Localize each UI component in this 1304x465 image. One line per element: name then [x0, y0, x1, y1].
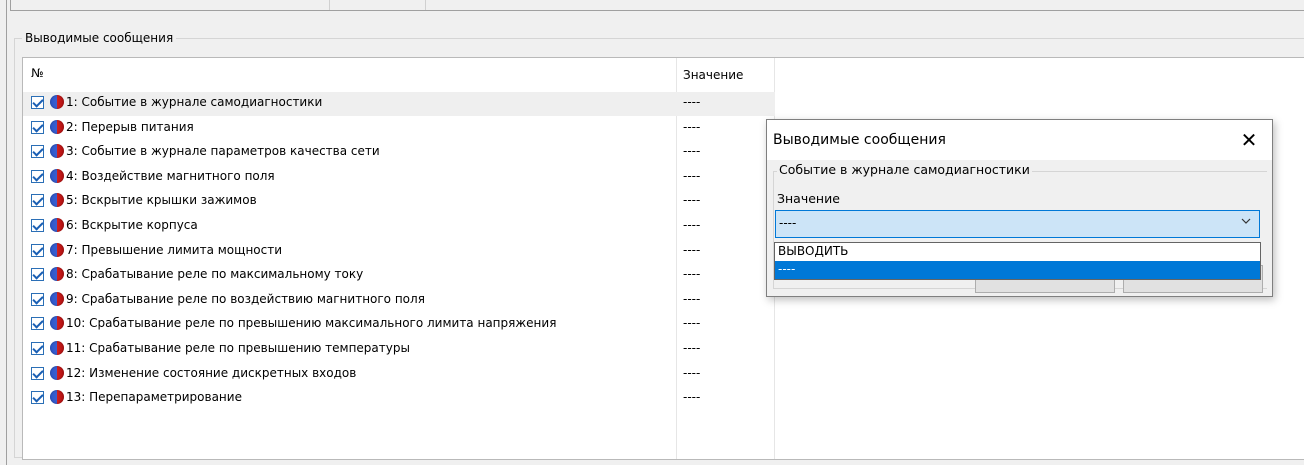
- list-item-label: 7: Превышение лимита мощности: [66, 242, 283, 257]
- list-item-value: ----: [683, 119, 701, 134]
- checkbox-checked-icon[interactable]: [31, 292, 44, 306]
- value-label: Значение: [777, 191, 840, 206]
- dropdown-option-none[interactable]: ----: [775, 261, 1260, 279]
- list-item-value: ----: [683, 267, 701, 282]
- value-combobox[interactable]: ----: [775, 210, 1260, 238]
- checkbox-checked-icon[interactable]: [31, 268, 44, 282]
- status-ball-icon: [50, 242, 64, 257]
- checkbox-checked-icon[interactable]: [31, 391, 44, 405]
- top-strip: [10, 0, 1304, 11]
- checkbox-checked-icon[interactable]: [31, 96, 44, 109]
- list-item[interactable]: 10: Срабатывание реле по превышению макс…: [23, 313, 775, 337]
- column-header-value[interactable]: Значение: [683, 68, 743, 82]
- list-item-value: ----: [683, 193, 701, 208]
- status-ball-icon: [50, 291, 64, 306]
- list-item-value: ----: [683, 168, 701, 183]
- list-item-value: ----: [683, 242, 701, 257]
- list-item-value: ----: [683, 341, 701, 355]
- checkbox-checked-icon[interactable]: [31, 169, 44, 183]
- list-item-label: 1: Событие в журнале самодиагностики: [66, 95, 323, 109]
- checkbox-checked-icon[interactable]: [31, 243, 44, 257]
- status-ball-icon: [50, 144, 64, 159]
- list-item[interactable]: 12: Изменение состояние дискретных входо…: [23, 363, 775, 387]
- status-ball-icon: [50, 341, 64, 355]
- combo-current-value: ----: [779, 216, 797, 230]
- dropdown-option-output[interactable]: ВЫВОДИТЬ: [775, 243, 1260, 261]
- list-item-value: ----: [683, 316, 701, 331]
- column-header-number[interactable]: №: [31, 66, 43, 80]
- status-ball-icon: [50, 95, 64, 109]
- status-ball-icon: [50, 316, 64, 331]
- groupbox-title: Выводимые сообщения: [22, 31, 177, 45]
- list-item-label: 6: Вскрытие корпуса: [66, 218, 198, 232]
- list-item[interactable]: 13: Перепараметрирование ----: [23, 387, 775, 411]
- dialog-titlebar: Выводимые сообщения ✕: [767, 120, 1272, 160]
- status-ball-icon: [50, 168, 64, 183]
- checkbox-checked-icon[interactable]: [31, 145, 44, 159]
- list-item-value: ----: [683, 291, 701, 306]
- list-item-label: 11: Срабатывание реле по превышению темп…: [66, 341, 410, 355]
- status-ball-icon: [50, 193, 64, 208]
- list-item[interactable]: 2: Перерыв питания ----: [23, 117, 775, 141]
- list-item[interactable]: 3: Событие в журнале параметров качества…: [23, 141, 775, 165]
- list-item-value: ----: [683, 390, 701, 405]
- value-dropdown-list[interactable]: ВЫВОДИТЬ ----: [774, 242, 1261, 280]
- list-item-label: 9: Срабатывание реле по воздействию магн…: [66, 291, 425, 306]
- list-item[interactable]: 1: Событие в журнале самодиагностики ----: [23, 92, 775, 116]
- list-item[interactable]: 8: Срабатывание реле по максимальному то…: [23, 264, 775, 288]
- list-item-label: 8: Срабатывание реле по максимальному то…: [66, 267, 364, 282]
- list-item[interactable]: 6: Вскрытие корпуса ----: [23, 215, 775, 239]
- list-item-label: 10: Срабатывание реле по превышению макс…: [66, 316, 557, 331]
- status-ball-icon: [50, 218, 64, 232]
- list-item-label: 2: Перерыв питания: [66, 119, 194, 134]
- checkbox-checked-icon[interactable]: [31, 120, 44, 134]
- dialog-title: Выводимые сообщения: [773, 132, 946, 148]
- status-ball-icon: [50, 390, 64, 405]
- list-item-label: 3: Событие в журнале параметров качества…: [66, 144, 380, 159]
- status-ball-icon: [50, 119, 64, 134]
- list-item-label: 13: Перепараметрирование: [66, 390, 242, 405]
- checkbox-checked-icon[interactable]: [31, 366, 44, 380]
- list-item[interactable]: 4: Воздействие магнитного поля ----: [23, 166, 775, 190]
- list-item-label: 4: Воздействие магнитного поля: [66, 168, 275, 183]
- list-item-value: ----: [683, 365, 701, 380]
- list-item[interactable]: 9: Срабатывание реле по воздействию магн…: [23, 289, 775, 313]
- checkbox-checked-icon[interactable]: [31, 194, 44, 208]
- dialog-group-title: Событие в журнале самодиагностики: [777, 162, 1032, 177]
- list-item-value: ----: [683, 144, 701, 159]
- checkbox-checked-icon[interactable]: [31, 317, 44, 331]
- chevron-down-icon[interactable]: [1240, 215, 1252, 230]
- list-item-label: 12: Изменение состояние дискретных входо…: [66, 365, 357, 380]
- list-item-value: ----: [683, 95, 701, 109]
- checkbox-checked-icon[interactable]: [31, 342, 44, 355]
- list-item-label: 5: Вскрытие крышки зажимов: [66, 193, 257, 208]
- close-icon[interactable]: ✕: [1237, 128, 1261, 152]
- list-item[interactable]: 7: Превышение лимита мощности ----: [23, 240, 775, 264]
- status-ball-icon: [50, 365, 64, 380]
- status-ball-icon: [50, 267, 64, 282]
- checkbox-checked-icon[interactable]: [31, 219, 44, 232]
- list-item-value: ----: [683, 218, 701, 232]
- list-item[interactable]: 5: Вскрытие крышки зажимов ----: [23, 190, 775, 214]
- list-item[interactable]: 11: Срабатывание реле по превышению темп…: [23, 338, 775, 362]
